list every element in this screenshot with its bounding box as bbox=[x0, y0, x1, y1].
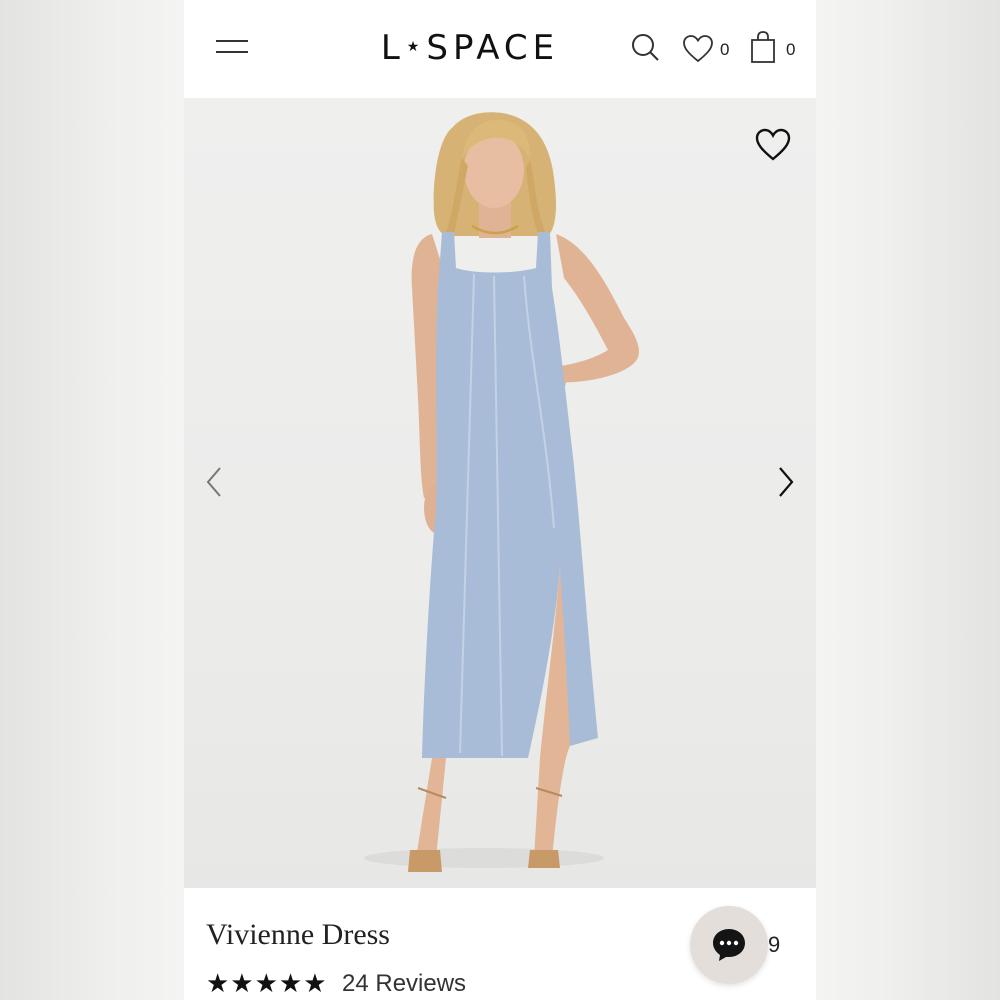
brand-logo-right: SPACE bbox=[426, 28, 560, 68]
product-image-gallery[interactable] bbox=[184, 98, 816, 888]
site-header: L ★SPACE 0 0 bbox=[184, 0, 816, 98]
chevron-right-icon bbox=[779, 467, 794, 497]
heart-icon bbox=[683, 35, 713, 63]
cart-button[interactable]: 0 bbox=[750, 30, 802, 66]
bag-icon bbox=[751, 31, 775, 63]
previous-image-button[interactable] bbox=[200, 462, 230, 502]
wishlist-button[interactable]: 0 bbox=[682, 32, 738, 66]
backdrop-left bbox=[0, 0, 184, 1000]
brand-logo-left: L bbox=[380, 28, 405, 68]
product-title: Vivienne Dress bbox=[206, 918, 390, 951]
next-image-button[interactable] bbox=[770, 462, 800, 502]
reviews-link[interactable]: 24 Reviews bbox=[342, 970, 466, 998]
search-button[interactable] bbox=[630, 32, 662, 64]
product-info: Vivienne Dress ★★★★★ 24 Reviews 9 bbox=[184, 888, 816, 1000]
cart-count: 0 bbox=[786, 40, 796, 59]
chat-button[interactable] bbox=[690, 906, 768, 984]
product-rating[interactable]: ★★★★★ 24 Reviews bbox=[206, 968, 466, 998]
product-price-partial: 9 bbox=[768, 932, 781, 957]
menu-icon-line-bottom bbox=[216, 51, 248, 53]
product-image bbox=[364, 112, 639, 872]
menu-button[interactable] bbox=[212, 34, 252, 60]
search-icon bbox=[632, 34, 659, 61]
wishlist-count: 0 bbox=[720, 40, 730, 59]
chevron-left-icon bbox=[206, 467, 221, 497]
chat-bubble-icon bbox=[713, 929, 745, 961]
menu-icon-line-top bbox=[216, 40, 248, 42]
rating-stars: ★★★★★ bbox=[206, 968, 328, 998]
brand-logo[interactable]: L ★SPACE bbox=[364, 22, 576, 74]
heart-icon bbox=[755, 128, 791, 161]
backdrop-right bbox=[816, 0, 1000, 1000]
add-to-wishlist-button[interactable] bbox=[754, 128, 792, 164]
mobile-screen: L ★SPACE 0 0 Vivienne Dress ★★★★★ 24 Rev… bbox=[184, 0, 816, 1000]
brand-star-icon: ★ bbox=[406, 38, 425, 55]
